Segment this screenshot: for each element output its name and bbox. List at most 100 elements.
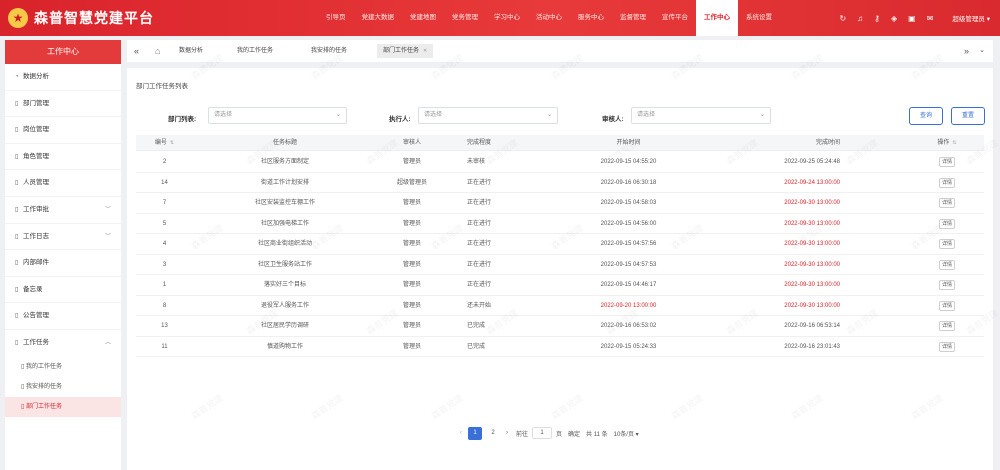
detail-button[interactable]: 详情 <box>939 177 955 188</box>
chevron-down-icon: ⌄ <box>335 112 341 118</box>
cell-end: 2022-09-30 13:00:00 <box>784 220 840 227</box>
refresh-icon[interactable]: ↻ <box>839 14 846 23</box>
cell-action: 详情 <box>840 152 984 172</box>
detail-button[interactable]: 详情 <box>939 218 955 229</box>
cell-start: 2022-09-15 04:46:17 <box>600 282 657 288</box>
sidebar-subitem[interactable]: ▯ 我安排的任务 <box>5 377 121 397</box>
detail-button[interactable]: 详情 <box>939 321 955 331</box>
sidebar-item[interactable]: ▯ 工作审批 ﹀ <box>5 197 121 224</box>
reviewer-select[interactable]: 请选择 ⌄ <box>631 107 771 124</box>
sidebar-item[interactable]: ▯ 人员管理 <box>5 170 121 197</box>
sort-icon[interactable]: ⇅ <box>952 140 956 146</box>
tab-item[interactable]: 我的工作任务 <box>231 44 279 58</box>
prev-page-icon[interactable]: ‹ <box>456 430 466 436</box>
next-page-icon[interactable]: › <box>502 430 512 436</box>
sidebar-subitem[interactable]: ▯ 我的工作任务 <box>5 357 121 377</box>
bell-icon[interactable]: ♫ <box>857 14 863 23</box>
top-nav: 引导页 党建大数据 党建地图 党务管理 学习中心 活动中心 服务中心 监督管理 宣传平台 工作中心… <box>318 0 780 36</box>
cell-id: 1 <box>162 282 167 288</box>
cell-reviewer: 管理员 <box>402 282 421 288</box>
cell-end: 2022-09-30 13:00:00 <box>784 241 840 247</box>
chevron-down-icon: ⌄ <box>546 112 552 118</box>
cell-title: 社区安装监控车棚工作 <box>254 200 315 206</box>
table-row: 1 落实好三个目标 管理员 正在进行 2022-09-15 04:46:17 2022-0… <box>136 275 984 296</box>
detail-button[interactable]: 详情 <box>939 157 955 167</box>
detail-button[interactable]: 详情 <box>939 280 955 290</box>
page-number[interactable]: 2 <box>486 427 500 440</box>
department-select[interactable]: 请选择 ⌄ <box>208 107 347 124</box>
top-nav-item[interactable]: 系统设置 <box>738 0 780 36</box>
sidebar-item[interactable]: ▯ 公告管理 <box>5 303 121 330</box>
sidebar-item[interactable]: ▯ 内部邮件 <box>5 250 121 277</box>
top-nav-item[interactable]: 引导页 <box>318 0 354 36</box>
chart-icon: ◔ <box>15 74 19 80</box>
confirm-button[interactable]: 确定 <box>568 429 580 438</box>
top-nav-item[interactable]: 学习中心 <box>486 0 528 36</box>
reset-button[interactable]: 重置 <box>951 107 985 125</box>
detail-button[interactable]: 详情 <box>939 259 955 270</box>
home-icon[interactable]: ⌂ <box>155 40 160 62</box>
sidebar-item[interactable]: ▯ 备忘录 <box>5 277 121 304</box>
detail-button[interactable]: 详情 <box>939 239 955 249</box>
cell-action: 详情 <box>840 234 984 254</box>
close-icon[interactable]: ✕ <box>423 48 427 54</box>
sidebar-item[interactable]: ▯ 工作日志 ﹀ <box>5 224 121 251</box>
detail-button[interactable]: 详情 <box>939 198 955 208</box>
page-number[interactable]: 1 <box>468 426 482 440</box>
top-nav-item[interactable]: 党建地图 <box>402 0 444 36</box>
cell-id: 13 <box>161 323 168 329</box>
chat-icon[interactable]: ✉ <box>927 14 934 23</box>
sidebar-item-label: 公告管理 <box>23 312 49 320</box>
top-nav-item[interactable]: 工作中心 <box>696 0 738 36</box>
detail-button[interactable]: 详情 <box>939 300 955 311</box>
sidebar-subitem-label: 部门工作任务 <box>25 403 62 410</box>
user-menu[interactable]: 超级管理员 ▾ <box>952 13 990 23</box>
fullscreen-icon[interactable]: ▣ <box>908 14 916 23</box>
tabs-scroll-left-icon[interactable]: « <box>134 40 139 62</box>
page-size-select[interactable]: 10条/页 ▾ <box>614 429 639 438</box>
cell-title: 社区卫生服务站工作 <box>257 261 312 268</box>
sidebar-subitem[interactable]: ▯ 部门工作任务 <box>5 396 121 417</box>
main-panel: 部门工作任务列表 部门列表: 请选择 ⌄ 执行人: 请选择 ⌄ 审核人: 请选择… <box>127 68 993 470</box>
sort-icon[interactable]: ⇅ <box>170 140 174 146</box>
top-nav-item[interactable]: 监督管理 <box>612 0 654 36</box>
tab-item[interactable]: 部门工作任务 ✕ <box>377 44 434 58</box>
tab-label: 我的工作任务 <box>237 48 274 54</box>
top-nav-item[interactable]: 党建大数据 <box>354 0 403 36</box>
top-nav-item[interactable]: 党务管理 <box>444 0 486 36</box>
sidebar-item-label: 工作日志 <box>23 232 49 240</box>
goto-page-input[interactable]: 1 <box>532 427 553 439</box>
search-button[interactable]: 查询 <box>909 107 943 125</box>
top-nav-item[interactable]: 服务中心 <box>570 0 612 36</box>
sidebar-item-label: 工作任务 <box>23 338 49 346</box>
sidebar-item[interactable]: ▯ 部门管理 <box>5 91 121 118</box>
top-nav-item[interactable]: 活动中心 <box>528 0 570 36</box>
sidebar-item[interactable]: ◔ 数据分析 <box>5 64 121 91</box>
cell-action: 详情 <box>840 275 984 295</box>
sidebar-item[interactable]: ▯ 工作任务 ︿ <box>5 330 121 357</box>
cell-status: 正在进行 <box>467 220 492 227</box>
sidebar-menu: ◔ 数据分析 ▯ 部门管理 ▯ 岗位管理 ▯ 角色管理 ▯ 人员管理 ▯ 工作审批 ﹀ ▯ 工作日志 ﹀ ▯ 内部… <box>5 64 121 417</box>
tab-item[interactable]: 数据分析 <box>173 44 209 58</box>
cell-status: 正在进行 <box>467 179 492 186</box>
tabs-menu-chevron-down-icon[interactable]: ⌄ <box>979 40 985 62</box>
cell-start: 2022-09-15 04:56:00 <box>600 220 657 227</box>
executor-select[interactable]: 请选择 ⌄ <box>418 107 558 124</box>
column-header-id[interactable]: 编号 ⇅ <box>136 135 193 150</box>
app-logo[interactable]: ★ 森普智慧党建平台 <box>8 8 154 28</box>
chevron-down-icon: ⌄ <box>759 112 765 118</box>
cell-status: 正在进行 <box>467 200 492 206</box>
top-nav-item[interactable]: 宣传平台 <box>654 0 696 36</box>
detail-button[interactable]: 详情 <box>939 341 955 352</box>
sidebar-item[interactable]: ▯ 岗位管理 <box>5 117 121 144</box>
cell-id: 5 <box>162 220 167 227</box>
cell-title: 退役军人服务工作 <box>260 302 309 309</box>
tag-icon[interactable]: ◈ <box>891 14 897 23</box>
column-header-action[interactable]: 操作 ⇅ <box>840 135 984 150</box>
top-bar: ★ 森普智慧党建平台 引导页 党建大数据 党建地图 党务管理 学习中心 活动中心 服务中心监… <box>0 0 1000 36</box>
sidebar-item[interactable]: ▯ 角色管理 <box>5 144 121 171</box>
tab-item[interactable]: 我安排的任务 <box>305 44 353 58</box>
lock-icon[interactable]: ⚷ <box>874 14 880 23</box>
cell-status: 正在进行 <box>467 261 492 268</box>
tabs-scroll-right-icon[interactable]: » <box>964 40 969 62</box>
